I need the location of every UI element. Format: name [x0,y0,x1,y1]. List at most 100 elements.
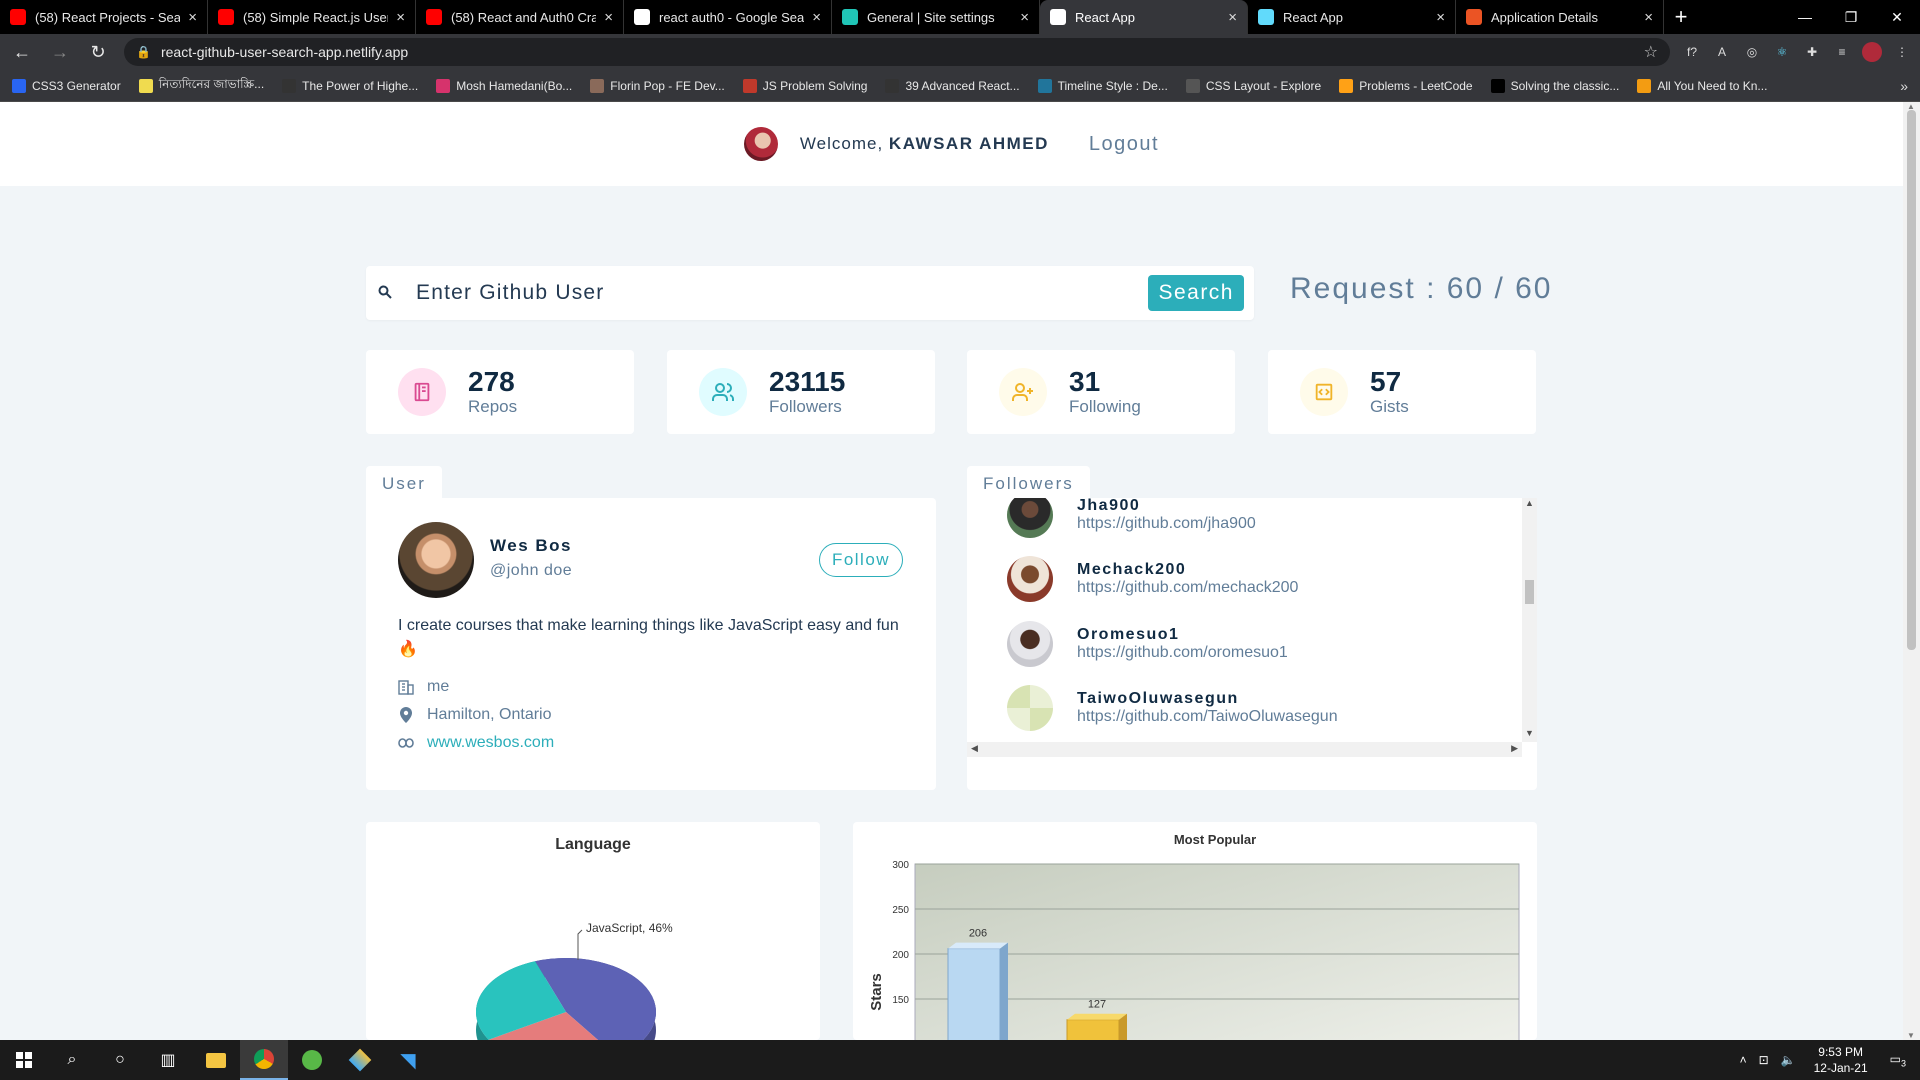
bookmark-favicon-icon [885,78,900,93]
font-extension-icon[interactable]: A [1712,42,1732,62]
minimize-icon[interactable]: — [1782,0,1828,34]
bookmark-item[interactable]: Problems - LeetCode [1339,76,1473,96]
followers-horizontal-scrollbar[interactable]: ◀ ▶ [967,742,1522,757]
tab-close-icon[interactable]: × [396,9,405,26]
tab-title: react auth0 - Google Search [659,9,805,25]
menu-kebab-icon[interactable]: ⋮ [1892,42,1912,62]
bar[interactable] [1066,1019,1120,1040]
browser-tab[interactable]: General | Site settings × [832,0,1040,34]
tab-close-icon[interactable]: × [188,9,197,26]
welcome-username: KAWSAR AHMED [888,134,1049,153]
follower-url[interactable]: https://github.com/oromesuo1 [1077,644,1288,661]
search-taskbar-icon[interactable]: ⌕ [48,1040,96,1080]
fontface-extension-icon[interactable]: f? [1682,42,1702,62]
file-explorer-icon[interactable] [192,1040,240,1080]
utorrent-icon[interactable] [288,1040,336,1080]
browser-tab[interactable]: (58) Simple React.js User Lo × [208,0,416,34]
bookmark-favicon-icon [590,78,605,93]
logout-button[interactable]: Logout [1089,133,1159,156]
bookmark-item[interactable]: নিত্যদিনের জাভাস্ক্রি... [138,76,264,96]
bookmark-item[interactable]: Timeline Style : De... [1037,76,1168,96]
tab-close-icon[interactable]: × [1020,9,1029,26]
scroll-thumb[interactable] [1525,580,1534,604]
follower-url[interactable]: https://github.com/jha900 [1077,515,1256,532]
current-user-avatar [743,127,778,161]
network-icon[interactable]: ⊡ [1759,1053,1769,1067]
volume-icon[interactable]: 🔈 [1781,1053,1796,1067]
vscode-icon[interactable]: ◥ [384,1040,432,1080]
tray-chevron-icon[interactable]: ˄ [1740,1053,1747,1067]
cortana-icon[interactable]: ○ [96,1040,144,1080]
close-window-icon[interactable]: ✕ [1874,0,1920,34]
youtube-icon [426,9,442,25]
bar[interactable] [947,948,1001,1040]
follower-url[interactable]: https://github.com/mechack200 [1077,579,1298,596]
tab-close-icon[interactable]: × [1644,9,1653,26]
github-user-input[interactable] [416,281,1149,305]
following-count: 31 [1069,366,1101,397]
media-control-icon[interactable]: ≡ [1832,42,1852,62]
tab-close-icon[interactable]: × [812,9,821,26]
y-tick-label: 250 [892,905,909,916]
browser-tab[interactable]: (58) React Projects - Search × [0,0,208,34]
user-blog-link[interactable]: www.wesbos.com [427,734,554,752]
tab-close-icon[interactable]: × [1228,9,1237,26]
follow-button[interactable]: Follow [819,543,903,577]
browser-tab[interactable]: (58) React and Auth0 Crash × [416,0,624,34]
scroll-right-arrow-icon[interactable]: ▶ [1511,743,1518,754]
globe-icon [1050,9,1066,25]
notification-count: 3 [1900,1058,1906,1069]
browser-tab[interactable]: react auth0 - Google Search × [624,0,832,34]
bookmark-item[interactable]: CSS Layout - Explore [1185,76,1321,96]
bookmark-item[interactable]: Mosh Hamedani(Bo... [436,76,572,96]
restore-icon[interactable]: ❐ [1828,0,1874,34]
repos-card: 278 Repos [366,350,634,434]
windows-start-icon[interactable] [0,1040,48,1080]
page-scroll-down-icon[interactable]: ▼ [1907,1031,1915,1040]
target-extension-icon[interactable]: ◎ [1742,42,1762,62]
bookmark-item[interactable]: JS Problem Solving [742,76,867,96]
search-button[interactable]: Search [1148,275,1244,311]
notification-icon[interactable]: ▭3 [1890,1052,1906,1068]
react-devtools-icon[interactable]: ⚛ [1772,42,1792,62]
user-section-label: User [366,466,442,498]
bookmark-item[interactable]: CSS3 Generator [12,76,121,96]
bookmark-item[interactable]: All You Need to Kn... [1637,76,1767,96]
chrome-taskbar-icon[interactable] [240,1040,288,1080]
tab-close-icon[interactable]: × [604,9,613,26]
followers-vertical-scrollbar[interactable]: ▲ ▼ [1522,498,1537,742]
follower-url[interactable]: https://github.com/TaiwoOluwasegun [1077,708,1338,725]
new-tab-button[interactable]: + [1664,0,1698,34]
tab-close-icon[interactable]: × [1436,9,1445,26]
back-arrow-icon[interactable]: ← [6,36,38,68]
bookmark-item[interactable]: 39 Advanced React... [885,76,1020,96]
reload-icon[interactable]: ↻ [82,36,114,68]
followers-scroll-area[interactable]: Jha900 https://github.com/jha900 Mechack2… [967,498,1522,742]
page-scrollbar[interactable]: ▲ ▼ [1903,102,1920,1040]
bookmark-item[interactable]: Florin Pop - FE Dev... [590,76,725,96]
git-kraken-icon[interactable] [336,1040,384,1080]
pie-annotation-label: JavaScript, 46% [586,921,673,935]
address-bar[interactable]: 🔒 react-github-user-search-app.netlify.a… [124,38,1670,66]
followers-section-label: Followers [967,466,1090,498]
url-text: react-github-user-search-app.netlify.app [160,44,409,60]
browser-tab[interactable]: Application Details × [1456,0,1664,34]
y-tick-label: 200 [892,950,909,961]
bar-top [948,942,1008,949]
bookmark-item[interactable]: Solving the classic... [1490,76,1619,96]
bookmark-star-icon[interactable]: ☆ [1644,42,1658,62]
scroll-left-arrow-icon[interactable]: ◀ [971,743,978,754]
browser-tab[interactable]: React App × [1248,0,1456,34]
page-scroll-thumb[interactable] [1907,110,1916,650]
bookmark-item[interactable]: The Power of Highe... [282,76,418,96]
profile-avatar-icon[interactable] [1862,42,1882,62]
clock-date: 12-Jan-21 [1813,1061,1868,1075]
scroll-up-arrow-icon[interactable]: ▲ [1525,498,1534,508]
browser-tab[interactable]: React App × [1040,0,1248,34]
clock[interactable]: 9:53 PM 12-Jan-21 [1814,1044,1868,1076]
more-bookmarks-icon[interactable]: » [1900,78,1908,94]
scroll-down-arrow-icon[interactable]: ▼ [1525,728,1534,738]
task-view-icon[interactable]: ▥ [144,1040,192,1080]
forward-arrow-icon[interactable]: → [44,36,76,68]
puzzle-extensions-icon[interactable]: ✚ [1802,42,1822,62]
